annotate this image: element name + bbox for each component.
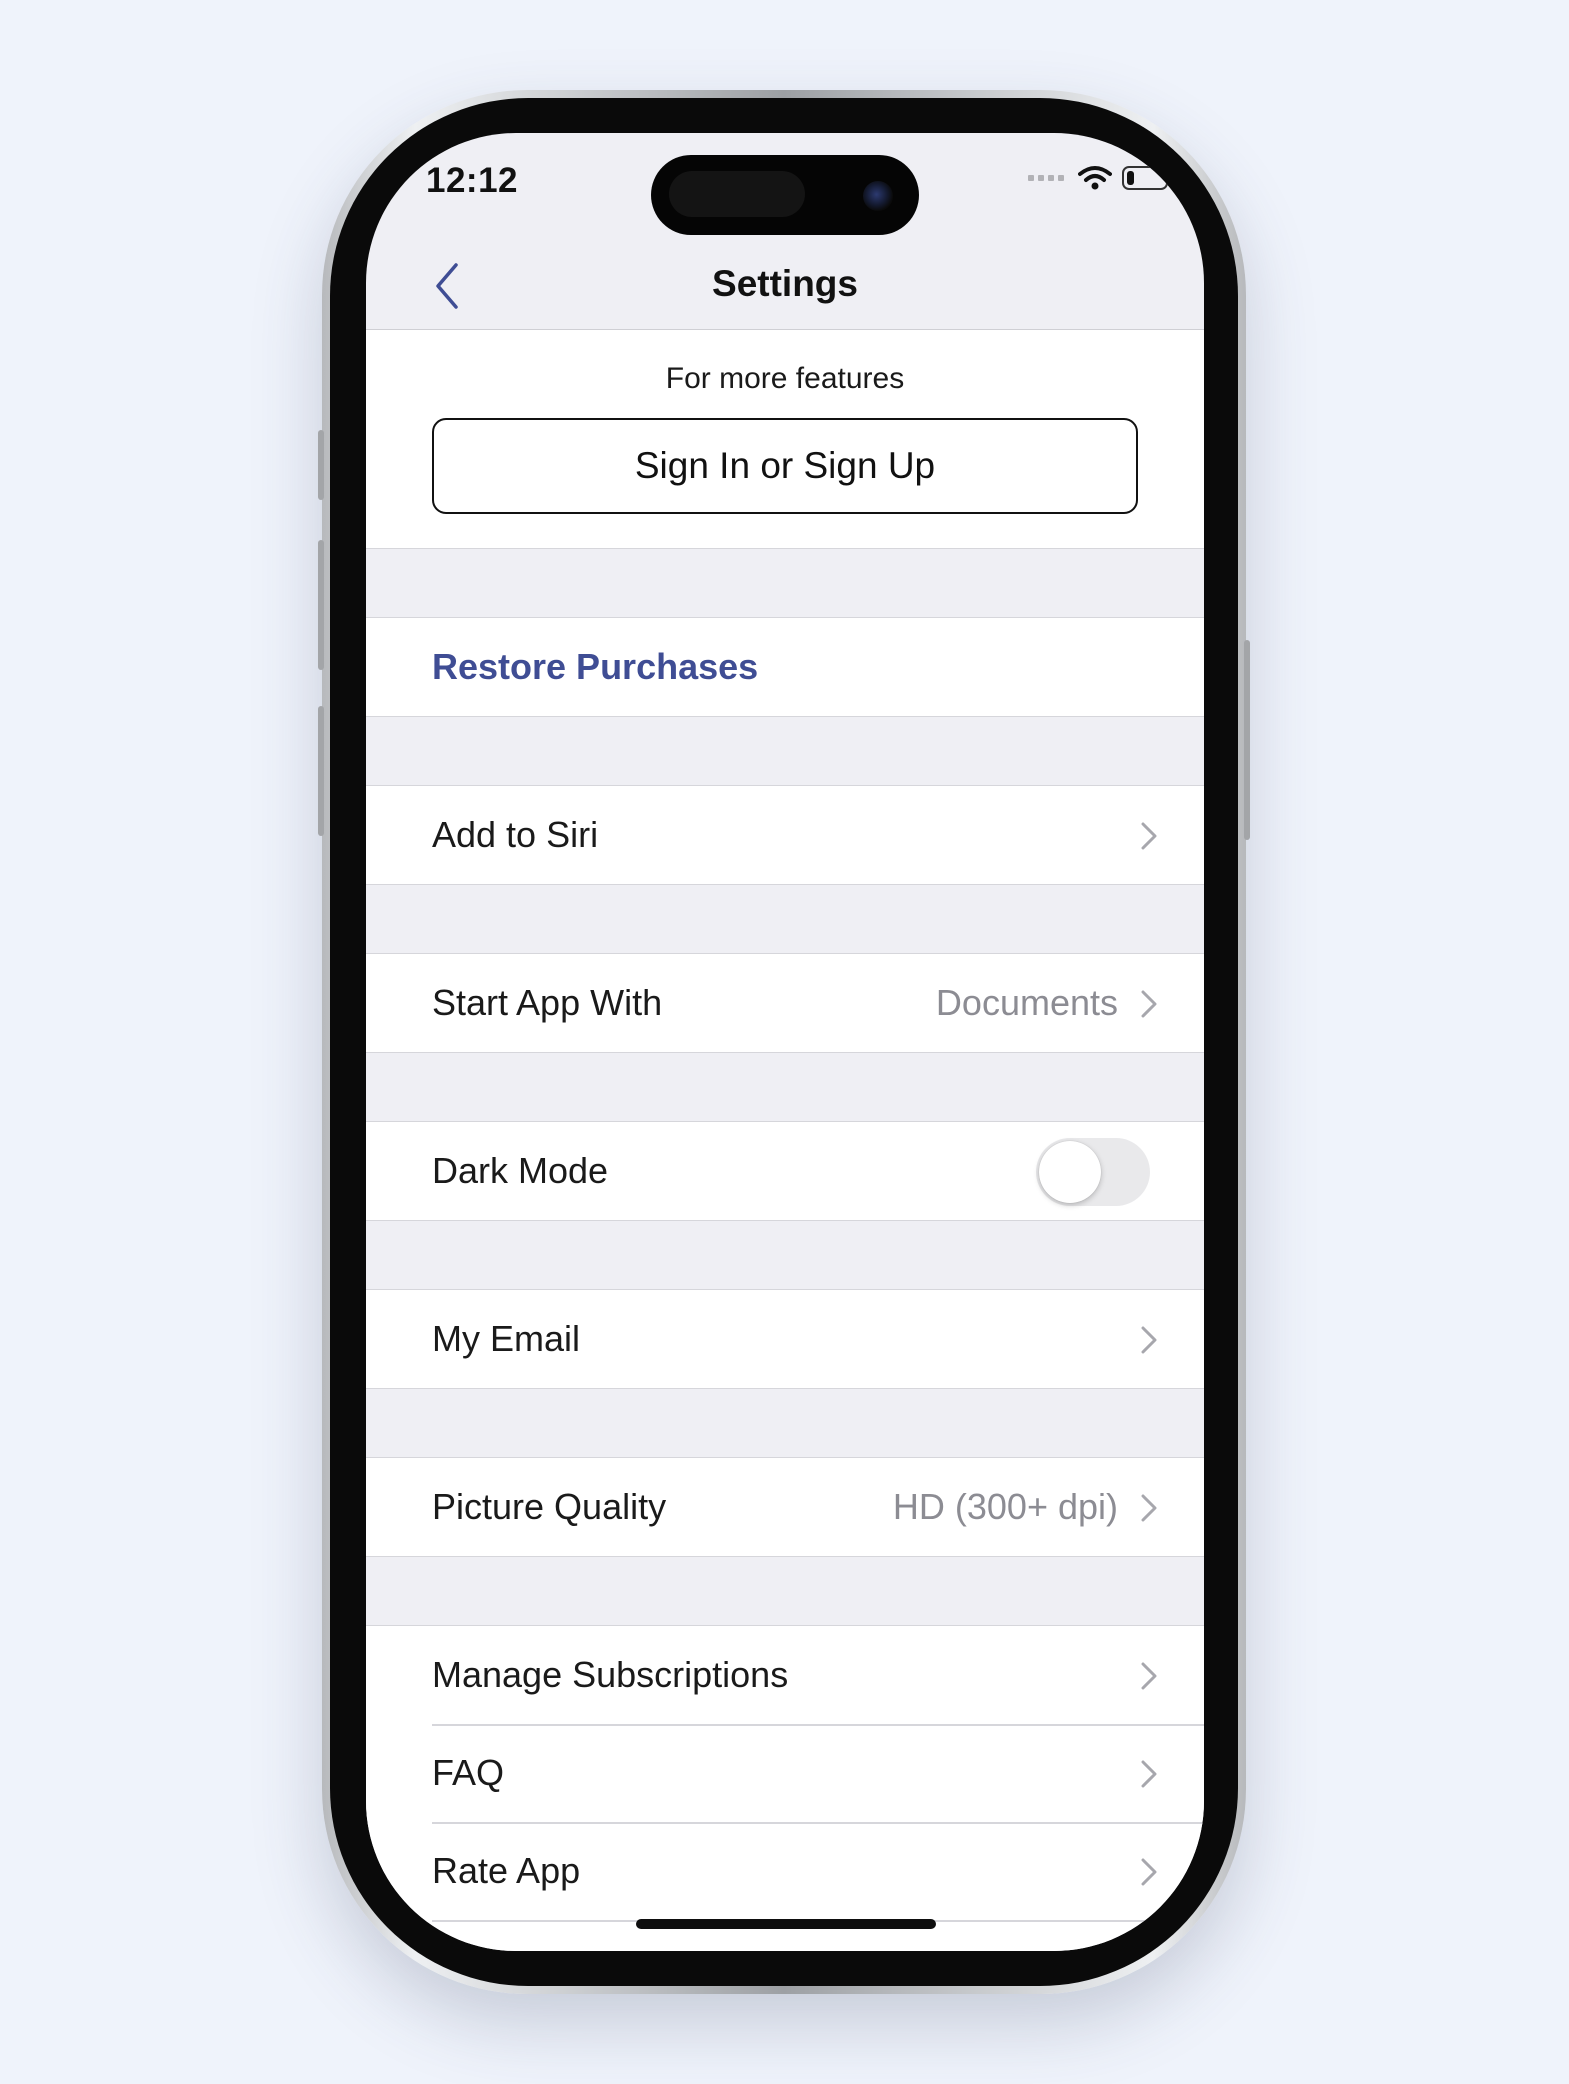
power-button [1244,640,1250,840]
page-title: Settings [712,263,858,304]
support-group: Manage Subscriptions FAQ Rate App [366,1625,1204,1951]
chevron-right-icon [1141,1662,1157,1690]
dark-mode-group: Dark Mode [366,1121,1204,1221]
section-spacer [366,717,1204,785]
home-indicator[interactable] [636,1919,936,1929]
signin-button[interactable]: Sign In or Sign Up [432,418,1138,514]
rate-app-label: Rate App [432,1850,581,1891]
volume-up-button [318,540,324,670]
action-button [318,430,324,500]
navigation-bar: Settings [366,243,1204,329]
volume-down-button [318,706,324,836]
chevron-right-icon [1141,1326,1157,1354]
status-time: 12:12 [426,161,519,200]
add-to-siri-label: Add to Siri [432,814,599,855]
faq-label: FAQ [432,1752,505,1793]
status-indicators [1028,165,1173,191]
section-spacer [366,549,1204,617]
email-group: My Email [366,1289,1204,1389]
cellular-signal-icon [1028,175,1064,181]
dark-mode-row: Dark Mode [366,1122,1204,1220]
chevron-right-icon [1141,1760,1157,1788]
camera-icon [863,181,893,211]
toggle-knob [1039,1141,1101,1203]
faq-row[interactable]: FAQ [366,1724,1204,1822]
section-spacer [366,1221,1204,1289]
siri-group: Add to Siri [366,785,1204,885]
section-spacer [366,885,1204,953]
chevron-right-icon [1141,1494,1157,1522]
picture-quality-label: Picture Quality [432,1486,667,1527]
sensor-pill [669,171,805,217]
chevron-right-icon [1141,990,1157,1018]
section-spacer [366,1557,1204,1625]
signin-caption: For more features [665,362,905,395]
my-email-label: My Email [432,1318,581,1359]
chevron-right-icon [1141,822,1157,850]
restore-purchases-row[interactable]: Restore Purchases [366,618,1204,716]
manage-subscriptions-label: Manage Subscriptions [432,1654,789,1695]
chevron-right-icon [1141,1858,1157,1886]
battery-icon [1122,166,1173,190]
add-to-siri-row[interactable]: Add to Siri [366,786,1204,884]
start-app-with-label: Start App With [432,982,663,1023]
picture-quality-value: HD (300+ dpi) [892,1486,1118,1527]
start-app-with-value: Documents [935,982,1118,1023]
account-section: For more features Sign In or Sign Up [366,330,1204,549]
dark-mode-toggle[interactable] [1036,1138,1150,1206]
rate-app-row[interactable]: Rate App [366,1822,1204,1920]
restore-group: Restore Purchases [366,617,1204,717]
manage-subscriptions-row[interactable]: Manage Subscriptions [366,1626,1204,1724]
my-email-row[interactable]: My Email [366,1290,1204,1388]
dark-mode-label: Dark Mode [432,1150,609,1191]
picture-quality-row[interactable]: Picture Quality HD (300+ dpi) [366,1458,1204,1556]
settings-list: For more features Sign In or Sign Up Res… [366,329,1204,1951]
section-spacer [366,1389,1204,1457]
picture-quality-group: Picture Quality HD (300+ dpi) [366,1457,1204,1557]
wifi-icon [1078,166,1112,190]
battery-level [1127,171,1134,185]
section-spacer [366,1053,1204,1121]
dynamic-island [651,155,919,235]
start-app-with-row[interactable]: Start App With Documents [366,954,1204,1052]
start-app-group: Start App With Documents [366,953,1204,1053]
restore-purchases-label: Restore Purchases [432,646,759,687]
phone-screen: 12:12 Settings For more features Sign In… [366,133,1204,1951]
